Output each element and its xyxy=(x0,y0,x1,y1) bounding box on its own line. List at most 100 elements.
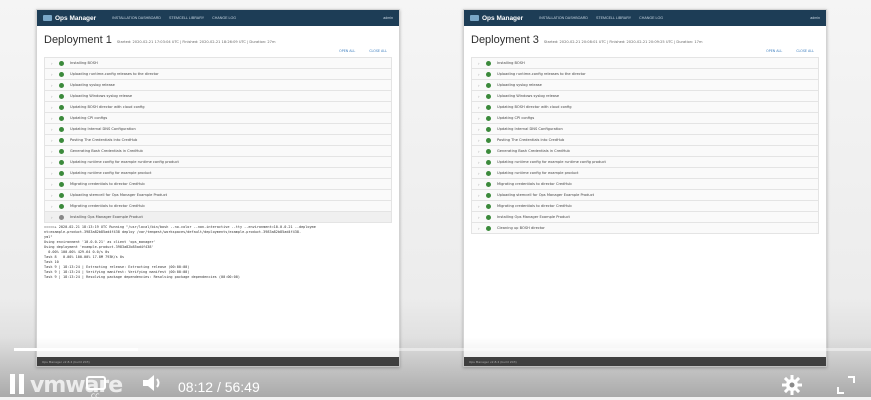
volume-icon[interactable] xyxy=(142,373,164,397)
step-label: Updating CPI configs xyxy=(70,116,108,120)
deployment-step: › Uploading stemcell for Ops Manager Exam… xyxy=(44,190,392,201)
status-check-icon xyxy=(59,192,64,198)
chevron-right-icon: › xyxy=(51,203,53,209)
step-label: Updating runtime config for example prod… xyxy=(70,171,152,175)
deployment-step: › Generating Bosh Credentials in CredHub xyxy=(471,146,819,157)
step-label: Generating Bosh Credentials in CredHub xyxy=(70,149,143,153)
status-check-icon xyxy=(486,148,491,154)
chevron-right-icon: › xyxy=(478,71,480,77)
video-progress-bar[interactable] xyxy=(14,348,871,351)
open-all-link: OPEN ALL xyxy=(766,49,783,53)
chevron-right-icon: › xyxy=(51,181,53,187)
deployment-steps-list: › Installing BOSH › Uploading runtime-confi… xyxy=(471,57,819,234)
deployment-step: › Installing BOSH xyxy=(44,57,392,69)
step-label: Updating CPI configs xyxy=(497,116,535,120)
chevron-right-icon: › xyxy=(51,159,53,165)
status-check-icon xyxy=(486,126,491,132)
chevron-right-icon: › xyxy=(478,181,480,187)
deployment-step: › Uploading Windows syslog release xyxy=(471,91,819,102)
status-check-icon xyxy=(486,192,491,198)
chevron-right-icon: › xyxy=(51,115,53,121)
deployment-step: › Installing BOSH xyxy=(471,57,819,69)
status-check-icon xyxy=(59,214,64,220)
deployment-step: › Cleaning up BOSH director xyxy=(471,223,819,234)
chevron-right-icon: › xyxy=(478,225,480,231)
step-label: Uploading syslog release xyxy=(497,83,542,87)
status-check-icon xyxy=(486,104,491,110)
nav-installation-dashboard: INSTALLATION DASHBOARD xyxy=(539,16,588,20)
vmware-logo-icon xyxy=(43,15,52,21)
status-check-icon xyxy=(59,181,64,187)
user-menu: admin xyxy=(810,16,820,20)
user-menu: admin xyxy=(383,16,393,20)
chevron-right-icon: › xyxy=(51,126,53,132)
step-label: Updating runtime config for example runt… xyxy=(497,160,606,164)
chevron-right-icon: › xyxy=(478,148,480,154)
status-check-icon xyxy=(59,170,64,176)
deployment-step: › Updating runtime config for example run… xyxy=(44,157,392,168)
video-progress-fill xyxy=(14,348,138,351)
deployment-title: Deployment 3 xyxy=(471,34,539,46)
deployment-title: Deployment 1 xyxy=(44,34,112,46)
brand-name: Ops Manager xyxy=(482,14,524,22)
status-check-icon xyxy=(59,137,64,143)
video-frame[interactable]: Ops Manager INSTALLATION DASHBOARD STEMC… xyxy=(0,0,871,400)
chevron-right-icon: › xyxy=(478,115,480,121)
step-label: Uploading stemcell for Ops Manager Examp… xyxy=(497,193,595,197)
chevron-right-icon: › xyxy=(478,82,480,88)
step-label: Uploading Windows syslog release xyxy=(497,94,560,98)
status-check-icon xyxy=(486,225,491,231)
chevron-right-icon: › xyxy=(478,203,480,209)
deployment-step: › Updating Internal DNS Configuration xyxy=(471,124,819,135)
step-label: Updating runtime config for example prod… xyxy=(497,171,579,175)
step-label: Cleaning up BOSH director xyxy=(497,226,545,230)
pause-icon[interactable] xyxy=(10,374,24,394)
step-label: Migrating credentials to director CredHu… xyxy=(497,182,572,186)
deployment-meta: Started: 2020-02-21 17:03:04 UTC | Finis… xyxy=(116,40,276,44)
status-check-icon xyxy=(59,148,64,154)
chevron-right-icon: › xyxy=(51,137,53,143)
deployment-step: › Migrating credentials to director CredH… xyxy=(471,201,819,212)
status-check-icon xyxy=(486,214,491,220)
deployment-step: › Uploading syslog release xyxy=(44,80,392,91)
deployment-step: › Updating BOSH director with cloud confi… xyxy=(44,102,392,113)
status-check-icon xyxy=(486,60,491,66)
chevron-right-icon: › xyxy=(478,126,480,132)
chevron-right-icon: › xyxy=(478,93,480,99)
status-check-icon xyxy=(486,181,491,187)
deployment-actions: OPEN ALL CLOSE ALL xyxy=(464,46,826,57)
close-all-link: CLOSE ALL xyxy=(369,49,387,53)
deployment-meta: Started: 2020-02-21 20:08:01 UTC | Finis… xyxy=(543,40,703,44)
step-label: Generating Bosh Credentials in CredHub xyxy=(497,149,570,153)
fullscreen-icon[interactable] xyxy=(836,375,856,399)
step-label: Uploading syslog release xyxy=(70,83,115,87)
status-check-icon xyxy=(486,137,491,143)
status-check-icon xyxy=(59,115,64,121)
step-label: Installing BOSH xyxy=(497,61,525,65)
vmware-logo-icon xyxy=(470,15,479,21)
step-label: Installing Ops Manager Example Product xyxy=(497,215,570,219)
status-check-icon xyxy=(59,159,64,165)
closed-captions-icon[interactable] xyxy=(86,376,106,390)
status-check-icon xyxy=(59,60,64,66)
close-all-link: CLOSE ALL xyxy=(796,49,814,53)
chevron-right-icon: › xyxy=(51,60,53,66)
status-check-icon xyxy=(486,203,491,209)
ops-manager-nav-bar: Ops Manager INSTALLATION DASHBOARD STEMC… xyxy=(464,10,826,26)
deployment-step: › Updating runtime config for example pro… xyxy=(44,168,392,179)
chevron-right-icon: › xyxy=(478,159,480,165)
status-check-icon xyxy=(486,93,491,99)
chevron-right-icon: › xyxy=(51,148,53,154)
deployment-log-output: =====+ 2020-02-21 18:13:19 UTC Running "… xyxy=(44,225,392,280)
deployment-step: › Migrating credentials to director CredH… xyxy=(44,179,392,190)
nav-stemcell-library: STEMCELL LIBRARY xyxy=(595,16,632,20)
chevron-right-icon: › xyxy=(51,104,53,110)
deployment-step: › Updating CPI configs xyxy=(471,113,819,124)
deployment-step: › Uploading Windows syslog release xyxy=(44,91,392,102)
log-line: Task 9 | 18:13:24 | Resolving package de… xyxy=(44,275,240,279)
chevron-right-icon: › xyxy=(478,60,480,66)
deployment-step: › Uploading stemcell for Ops Manager Exam… xyxy=(471,190,819,201)
chevron-right-icon: › xyxy=(51,192,53,198)
settings-gear-icon[interactable] xyxy=(782,375,802,399)
nav-change-log: CHANGE LOG xyxy=(639,16,664,20)
